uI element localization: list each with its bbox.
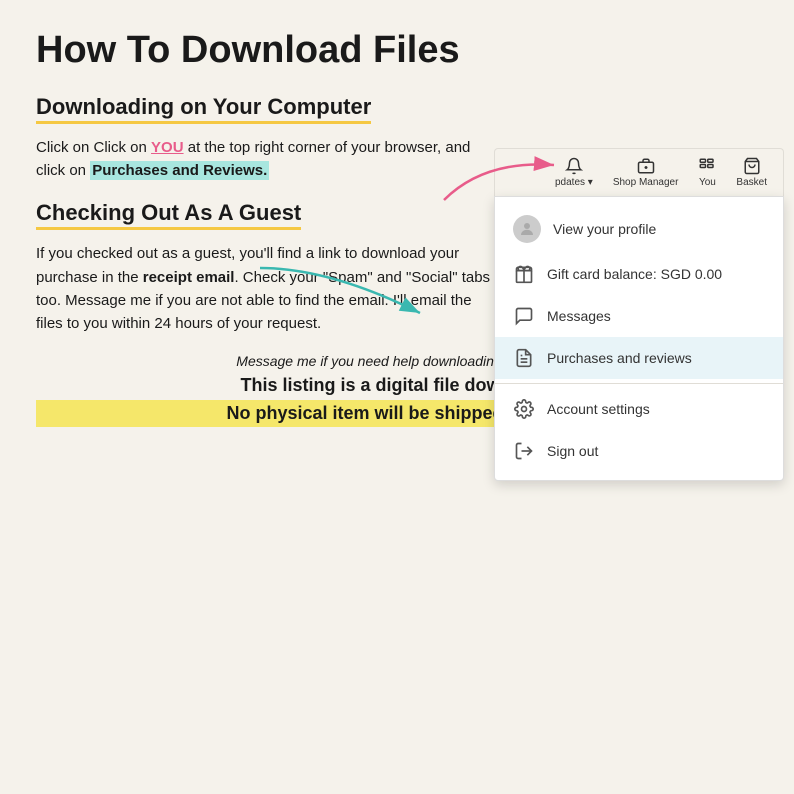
dropdown-account-settings[interactable]: Account settings	[495, 388, 783, 430]
body-text-part1: Click on Click on	[36, 139, 151, 156]
body-purchases-highlight: Purchases and Reviews.	[90, 161, 269, 180]
nav-shop-manager[interactable]: Shop Manager	[605, 155, 687, 190]
gift-icon	[513, 263, 535, 285]
nav-shop-manager-label: Shop Manager	[613, 177, 679, 188]
navbar: pdates ▾ Shop Manager You	[494, 148, 784, 196]
sign-out-label: Sign out	[547, 443, 598, 459]
dropdown-overlay: pdates ▾ Shop Manager You	[494, 148, 784, 481]
messages-label: Messages	[547, 308, 611, 324]
page: How To Download Files Downloading on You…	[0, 0, 794, 794]
avatar	[513, 215, 541, 243]
dropdown-purchases-reviews[interactable]: Purchases and reviews	[495, 337, 783, 379]
nav-you[interactable]: You	[690, 155, 724, 190]
nav-updates[interactable]: pdates ▾	[547, 155, 601, 190]
dropdown-sign-out[interactable]: Sign out	[495, 430, 783, 472]
dropdown-messages[interactable]: Messages	[495, 295, 783, 337]
page-title: How To Download Files	[36, 30, 758, 72]
view-profile-label: View your profile	[553, 221, 656, 237]
nav-basket[interactable]: Basket	[728, 155, 775, 190]
section1-heading: Downloading on Your Computer	[36, 94, 371, 124]
menu-divider	[495, 383, 783, 384]
dropdown-gift-card[interactable]: Gift card balance: SGD 0.00	[495, 253, 783, 295]
message-icon	[513, 305, 535, 327]
settings-icon	[513, 398, 535, 420]
dropdown-menu: View your profile Gift card balance: SGD…	[494, 196, 784, 481]
nav-basket-label: Basket	[736, 177, 767, 188]
purchases-icon	[513, 347, 535, 369]
section2-heading: Checking Out As A Guest	[36, 200, 301, 230]
section1-body: Click on Click on YOU at the top right c…	[36, 136, 496, 183]
dropdown-view-profile[interactable]: View your profile	[495, 205, 783, 253]
purchases-reviews-label: Purchases and reviews	[547, 350, 692, 366]
nav-you-label: You	[699, 177, 716, 188]
gift-card-label: Gift card balance: SGD 0.00	[547, 266, 722, 282]
section2-body: If you checked out as a guest, you'll fi…	[36, 242, 496, 335]
account-settings-label: Account settings	[547, 401, 650, 417]
body-you-highlight: YOU	[151, 139, 184, 156]
nav-updates-label: pdates ▾	[555, 177, 593, 188]
signout-icon	[513, 440, 535, 462]
